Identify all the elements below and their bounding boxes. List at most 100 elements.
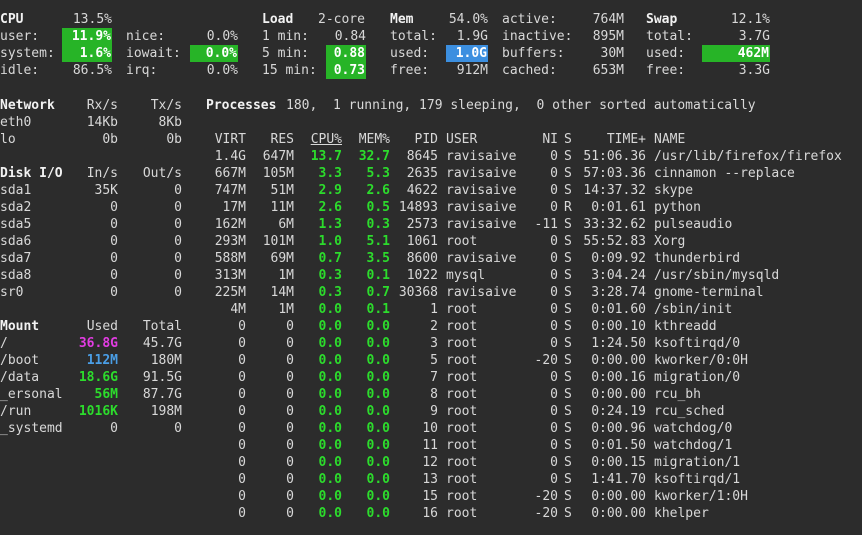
process-row[interactable]: 0 0 0.0 0.0 2 root 0 S 0:00.10 kthreadd [200, 318, 860, 335]
process-res: 11M [270, 200, 294, 215]
disk-out-value: 0 [174, 285, 182, 300]
process-res: 14M [270, 285, 294, 300]
process-cpu: 2.6 [318, 200, 342, 215]
process-state: S [564, 438, 572, 453]
process-res: 0 [286, 353, 294, 368]
mount-point-name: _ersonal [0, 387, 63, 402]
process-user: root [446, 370, 478, 385]
col-res-header[interactable]: RES [250, 131, 294, 148]
col-mem-header[interactable]: MEM% [346, 131, 390, 148]
process-ni: 0 [550, 370, 558, 385]
load-1min-value: 0.84 [334, 29, 366, 44]
process-pid: 15 [422, 489, 438, 504]
process-virt: 4M [230, 302, 246, 317]
process-pid: 14893 [398, 200, 438, 215]
process-cpu: 0.0 [318, 336, 342, 351]
process-mem: 0.0 [366, 353, 390, 368]
process-res: 105M [262, 166, 294, 181]
process-cpu: 0.0 [318, 302, 342, 317]
process-row[interactable]: 0 0 0.0 0.0 11 root 0 S 0:01.50 watchdog/1 [200, 437, 860, 454]
process-row[interactable]: 313M 1M 0.3 0.1 1022 mysql 0 S 3:04.24/usr/sbin/… [200, 267, 860, 284]
mount-used-header: Used [86, 319, 118, 334]
process-res: 0 [286, 387, 294, 402]
col-ni-header[interactable]: NI [526, 131, 558, 148]
process-row[interactable]: 0 0 0.0 0.0 10 root 0 S 0:00.96 watchdog/0 [200, 420, 860, 437]
process-cpu: 0.0 [318, 438, 342, 453]
process-state: S [564, 268, 572, 283]
process-state: S [564, 285, 572, 300]
process-user: root [446, 404, 478, 419]
process-res: 101M [262, 234, 294, 249]
col-cpu-header[interactable]: CPU% [300, 131, 342, 148]
process-cpu: 0.0 [318, 506, 342, 521]
process-row[interactable]: 0 0 0.0 0.0 7 root 0 S 0:00.16 migration/0 [200, 369, 860, 386]
process-mem: 5.1 [366, 234, 390, 249]
process-ni: 0 [550, 200, 558, 215]
process-row[interactable]: 162M 6M 1.3 0.3 2573 ravisaive -11 S 33:32.62 pul… [200, 216, 860, 233]
process-command: gnome-terminal [654, 285, 764, 300]
col-pid-header[interactable]: PID [394, 131, 438, 148]
process-cpu: 13.7 [310, 149, 342, 164]
process-row[interactable]: 747M 51M 2.9 2.6 4622 ravisaive 0 S 14:37.32 skyp… [200, 182, 860, 199]
cpu-irq-label: irq: [126, 63, 158, 78]
col-time-header[interactable]: TIME+ [580, 131, 646, 148]
process-user: root [446, 472, 478, 487]
network-rx-value: 14Kb [86, 115, 118, 130]
cpu-irq-value: 0.0% [206, 63, 238, 78]
process-virt: 225M [214, 285, 246, 300]
process-state: S [564, 506, 572, 521]
load-cores: 2-core [318, 12, 365, 27]
cpu-user-value: 11.9% [62, 28, 112, 45]
process-row[interactable]: 293M 101M 1.0 5.1 1061 root 0 S 55:52.83 Xorg [200, 233, 860, 250]
process-row[interactable]: 4M 1M 0.0 0.1 1 root 0 S 0:01.60/sbin/init [200, 301, 860, 318]
mem-percent: 54.0% [448, 12, 488, 27]
process-row[interactable]: 225M 14M 0.3 0.7 30368 ravisaive 0 S 3:28.74 gnom… [200, 284, 860, 301]
process-pid: 12 [422, 455, 438, 470]
process-row[interactable]: 0 0 0.0 0.0 8 root 0 S 0:00.00 rcu_bh [200, 386, 860, 403]
process-row[interactable]: 0 0 0.0 0.0 12 root 0 S 0:00.15 migration/1 [200, 454, 860, 471]
process-row[interactable]: 17M 11M 2.6 0.5 14893 ravisaive 0 R 0:01.61 pytho… [200, 199, 860, 216]
process-time: 0:09.92 [591, 251, 646, 266]
process-row[interactable]: 0 0 0.0 0.0 13 root 0 S 1:41.70 ksoftirqd/1 [200, 471, 860, 488]
process-pid: 1022 [406, 268, 438, 283]
process-ni: 0 [550, 268, 558, 283]
col-s-header[interactable]: S [564, 131, 572, 148]
process-pid: 4622 [406, 183, 438, 198]
process-row[interactable]: 1.4G 647M 13.7 32.7 8645 ravisaive 0 S 51:06.36 /… [200, 148, 860, 165]
col-virt-header[interactable]: VIRT [200, 131, 246, 148]
process-mem: 0.0 [366, 336, 390, 351]
disk-in-value: 0 [110, 285, 118, 300]
swap-total-label: total: [646, 29, 693, 44]
process-cpu: 0.0 [318, 370, 342, 385]
process-virt: 0 [238, 421, 246, 436]
process-res: 0 [286, 370, 294, 385]
mount-point-name: /run [0, 404, 32, 419]
process-mem: 5.3 [366, 166, 390, 181]
process-cpu: 0.0 [318, 404, 342, 419]
disk-device-name: sda7 [0, 251, 32, 266]
process-mem: 0.3 [366, 217, 390, 232]
col-user-header[interactable]: USER [446, 131, 477, 148]
process-ni: 0 [550, 455, 558, 470]
process-command: kworker/0:0H [654, 353, 748, 368]
mem-active-value: 764M [592, 12, 624, 27]
process-res: 0 [286, 319, 294, 334]
process-row[interactable]: 667M 105M 3.3 5.3 2635 ravisaive 0 S 57:03.36 cin… [200, 165, 860, 182]
processes-summary: 180, 1 running, 179 sleeping, 0 other so… [286, 98, 756, 113]
process-mem: 0.0 [366, 404, 390, 419]
mount-total-value: 0 [174, 421, 182, 436]
process-virt: 17M [222, 200, 246, 215]
process-row[interactable]: 0 0 0.0 0.0 9 root 0 S 0:24.19 rcu_sched [200, 403, 860, 420]
process-ni: 0 [550, 285, 558, 300]
process-cpu: 0.3 [318, 285, 342, 300]
process-command: watchdog/0 [654, 421, 733, 436]
col-name-header[interactable]: NAME [654, 131, 685, 148]
process-row[interactable]: 0 0 0.0 0.0 16 root -20 S 0:00.00 khelper [200, 505, 860, 522]
process-row[interactable]: 0 0 0.0 0.0 5 root -20 S 0:00.00 kworker/0:0H [200, 352, 860, 369]
process-row[interactable]: 0 0 0.0 0.0 3 root 0 S 1:24.50 ksoftirqd/0 [200, 335, 860, 352]
process-row[interactable]: 0 0 0.0 0.0 15 root -20 S 0:00.00 kworker/1:0H [200, 488, 860, 505]
process-virt: 313M [214, 268, 246, 283]
process-row[interactable]: 588M 69M 0.7 3.5 8600 ravisaive 0 S 0:09.92 thund… [200, 250, 860, 267]
mount-total-value: 87.7G [142, 387, 182, 402]
process-res: 51M [270, 183, 294, 198]
